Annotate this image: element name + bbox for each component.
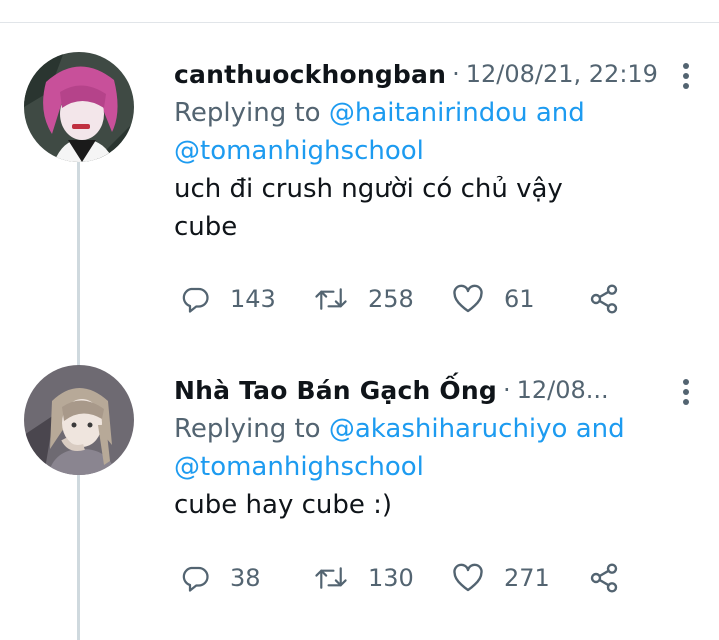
tweet-text-line: uch đi crush người có chủ vậy [174, 174, 563, 204]
like-count: 271 [504, 564, 550, 592]
retweet-count: 258 [368, 285, 414, 313]
and-word: and [575, 414, 625, 444]
more-vertical-icon[interactable] [678, 376, 694, 406]
timestamp[interactable]: 12/08/21, 22:19 [466, 60, 658, 88]
reply-icon [182, 566, 209, 592]
share-icon [590, 284, 618, 314]
tweet-text: uch đi crush người có chủ vậy cube [174, 170, 694, 246]
and-word: and [535, 98, 585, 128]
tweet-actions: 38 130 271 [174, 560, 634, 596]
replying-prefix: Replying to [174, 414, 321, 444]
tweet-text-line: cube hay cube :) [174, 490, 393, 520]
tweet-actions: 143 258 61 [174, 281, 634, 317]
username[interactable]: Nhà Tao Bán Gạch Ống [174, 376, 497, 405]
heart-icon [453, 563, 483, 592]
retweet-button[interactable]: 258 [314, 281, 414, 317]
share-icon [590, 563, 618, 593]
retweet-icon [315, 567, 347, 589]
avatar[interactable] [24, 52, 134, 162]
avatar[interactable] [24, 365, 134, 475]
like-button[interactable]: 271 [452, 560, 550, 596]
reply-button[interactable]: 38 [180, 560, 261, 596]
reply-button[interactable]: 143 [180, 281, 276, 317]
mention-link[interactable]: @tomanhighschool [174, 452, 424, 482]
tweet-text-line: cube [174, 212, 238, 242]
mention-link[interactable]: @haitanirindou [329, 98, 528, 128]
separator-dot: · [502, 376, 511, 404]
tweet-2[interactable]: Nhà Tao Bán Gạch Ống · 12/08... Replying… [174, 372, 694, 524]
retweet-count: 130 [368, 564, 414, 592]
like-button[interactable]: 61 [452, 281, 535, 317]
mention-link[interactable]: @akashiharuchiyo [329, 414, 568, 444]
like-count: 61 [504, 285, 535, 313]
top-divider [0, 22, 719, 23]
timestamp[interactable]: 12/08... [517, 376, 609, 404]
mention-link[interactable]: @tomanhighschool [174, 136, 424, 166]
separator-dot: · [452, 60, 460, 88]
reply-count: 143 [230, 285, 276, 313]
replying-to: Replying to @haitanirindou and @tomanhig… [174, 94, 694, 170]
username[interactable]: canthuockhongban [174, 60, 446, 89]
share-button[interactable] [588, 560, 620, 596]
tweet-header: Nhà Tao Bán Gạch Ống · 12/08... [174, 372, 694, 408]
replying-prefix: Replying to [174, 98, 321, 128]
reply-icon [182, 287, 209, 313]
retweet-icon [315, 288, 347, 310]
replying-to: Replying to @akashiharuchiyo and @tomanh… [174, 410, 694, 486]
heart-icon [453, 284, 483, 313]
tweet-text: cube hay cube :) [174, 486, 694, 524]
more-vertical-icon[interactable] [678, 60, 694, 90]
retweet-button[interactable]: 130 [314, 560, 414, 596]
tweet-1[interactable]: canthuockhongban · 12/08/21, 22:19 Reply… [174, 56, 694, 246]
tweet-header: canthuockhongban · 12/08/21, 22:19 [174, 56, 694, 92]
reply-count: 38 [230, 564, 261, 592]
share-button[interactable] [588, 281, 620, 317]
